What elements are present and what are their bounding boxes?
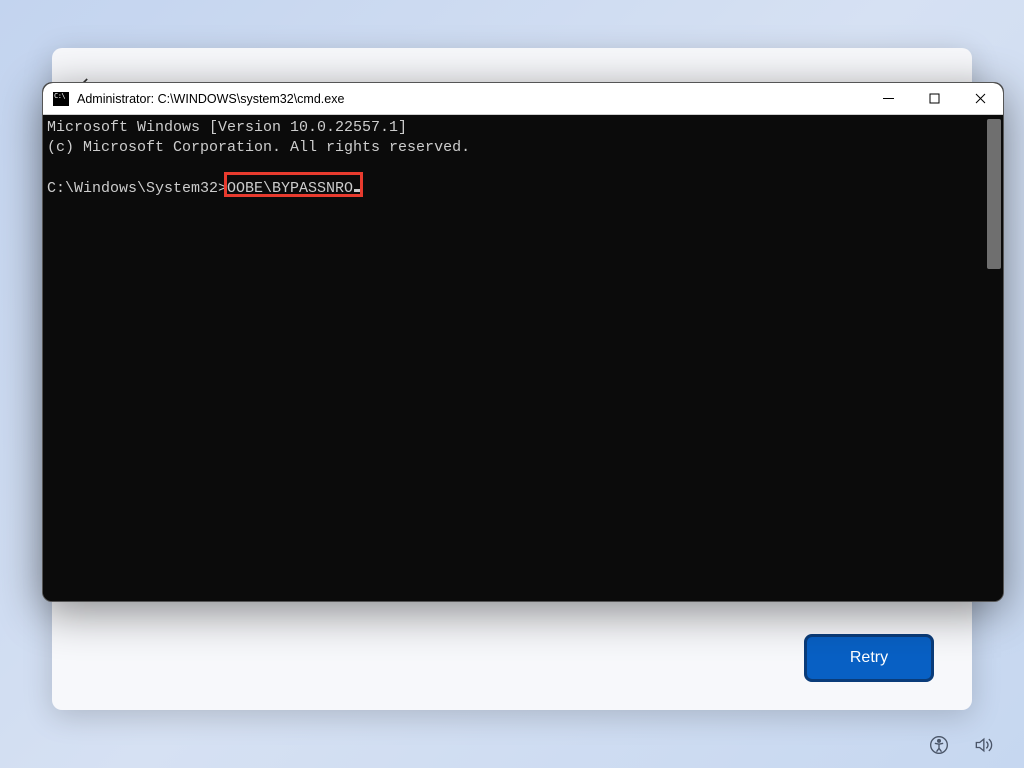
cmd-window: Administrator: C:\WINDOWS\system32\cmd.e… bbox=[42, 82, 1004, 602]
window-title: Administrator: C:\WINDOWS\system32\cmd.e… bbox=[77, 92, 865, 106]
maximize-button[interactable] bbox=[911, 83, 957, 114]
window-titlebar[interactable]: Administrator: C:\WINDOWS\system32\cmd.e… bbox=[43, 83, 1003, 115]
terminal-input: OOBE\BYPASSNRO bbox=[227, 180, 353, 197]
terminal-blank bbox=[47, 159, 1003, 179]
terminal-line-copyright: (c) Microsoft Corporation. All rights re… bbox=[47, 138, 1003, 158]
terminal-line-version: Microsoft Windows [Version 10.0.22557.1] bbox=[47, 118, 1003, 138]
terminal-scrollbar[interactable] bbox=[987, 119, 1001, 269]
cmd-icon bbox=[53, 92, 69, 106]
system-tray bbox=[928, 734, 994, 756]
accessibility-icon[interactable] bbox=[928, 734, 950, 756]
window-controls bbox=[865, 83, 1003, 114]
close-button[interactable] bbox=[957, 83, 1003, 114]
terminal-cursor bbox=[354, 189, 362, 192]
volume-icon[interactable] bbox=[972, 734, 994, 756]
terminal-prompt: C:\Windows\System32> bbox=[47, 180, 227, 197]
minimize-button[interactable] bbox=[865, 83, 911, 114]
terminal-body[interactable]: Microsoft Windows [Version 10.0.22557.1]… bbox=[43, 115, 1003, 601]
retry-button[interactable]: Retry bbox=[806, 636, 932, 680]
terminal-prompt-line: C:\Windows\System32>OOBE\BYPASSNRO bbox=[47, 179, 1003, 199]
